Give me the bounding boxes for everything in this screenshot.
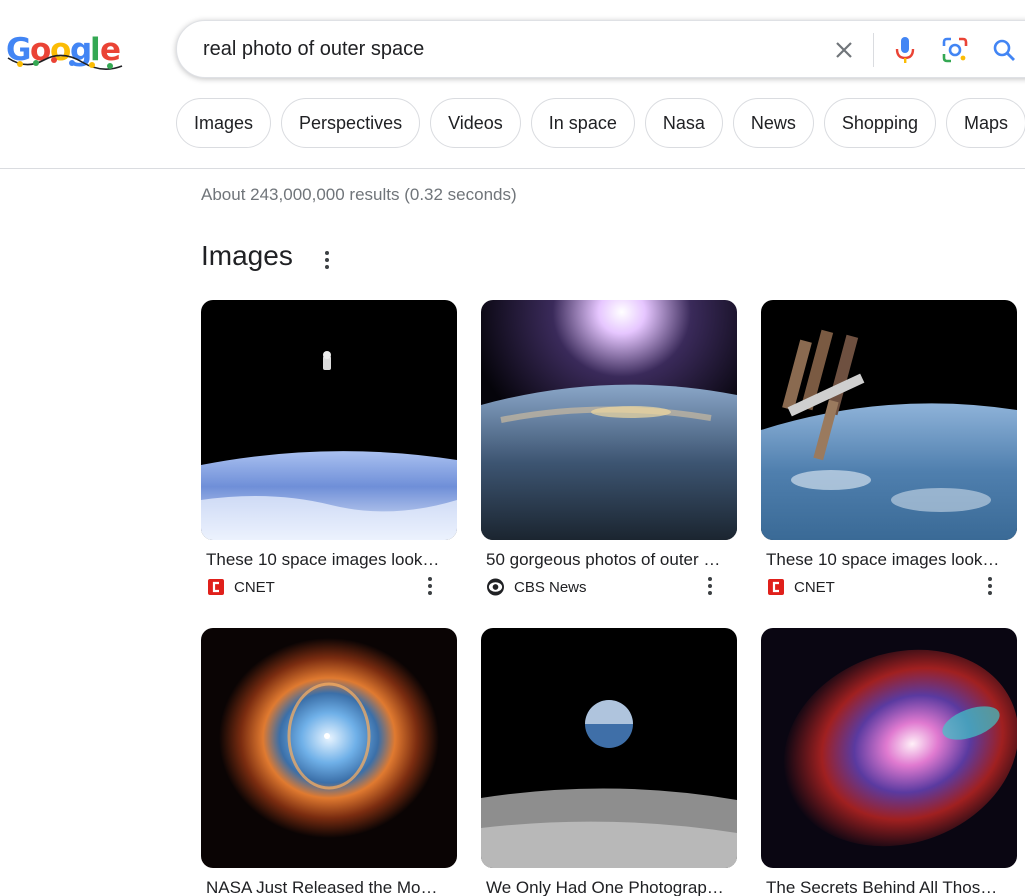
search-input[interactable]: [203, 35, 803, 63]
nebula-image[interactable]: [201, 628, 457, 868]
image-caption[interactable]: 50 gorgeous photos of outer …: [486, 550, 731, 570]
cnet-logo-icon: [207, 579, 224, 596]
image-result-card: The Secrets Behind All Thos…: [761, 628, 1017, 896]
result-stats: About 243,000,000 results (0.32 seconds): [201, 185, 517, 204]
galaxy-image[interactable]: [761, 628, 1017, 868]
image-result-card: These 10 space images look… CNET: [761, 300, 1017, 597]
image-result-card: We Only Had One Photograp…: [481, 628, 737, 896]
svg-text:e: e: [100, 32, 121, 68]
earthrise-image[interactable]: [481, 628, 737, 868]
chip-nasa[interactable]: Nasa: [644, 98, 723, 148]
source-name: CNET: [234, 578, 275, 596]
image-source[interactable]: CNET: [767, 577, 1017, 597]
image-source[interactable]: CNET: [207, 577, 457, 597]
cbs-eye-logo-icon: [487, 578, 504, 596]
search-divider: [873, 33, 874, 67]
search-icon[interactable]: [989, 35, 1019, 65]
image-result-card: These 10 space images look… CNET: [201, 300, 457, 597]
more-options-icon[interactable]: [983, 575, 997, 597]
source-name: CNET: [794, 578, 835, 596]
header-divider: [0, 168, 1025, 169]
search-box: [176, 20, 1025, 78]
image-caption[interactable]: The Secrets Behind All Thos…: [766, 878, 1011, 896]
image-caption[interactable]: These 10 space images look…: [766, 550, 1011, 570]
chip-videos[interactable]: Videos: [430, 98, 521, 148]
image-result-card: 50 gorgeous photos of outer … CBS News: [481, 300, 737, 597]
image-result-card: NASA Just Released the Mo…: [201, 628, 457, 896]
chip-maps[interactable]: Maps: [945, 98, 1025, 148]
chip-shopping[interactable]: Shopping: [823, 98, 936, 148]
image-caption[interactable]: NASA Just Released the Mo…: [206, 878, 451, 896]
more-options-icon[interactable]: [703, 575, 717, 597]
google-logo[interactable]: G o o g l e: [6, 30, 124, 74]
filter-chips: Images Perspectives Videos In space Nasa…: [176, 98, 1025, 148]
image-caption[interactable]: These 10 space images look…: [206, 550, 451, 570]
more-options-icon[interactable]: [423, 575, 437, 597]
chip-in-space[interactable]: In space: [530, 98, 635, 148]
space-station-image[interactable]: [761, 300, 1017, 540]
chip-images[interactable]: Images: [176, 98, 272, 148]
earth-sunrise-image[interactable]: [481, 300, 737, 540]
lens-icon[interactable]: [940, 35, 970, 65]
microphone-icon[interactable]: [890, 35, 920, 65]
chip-news[interactable]: News: [732, 98, 814, 148]
source-name: CBS News: [514, 578, 587, 596]
cnet-logo-icon: [767, 579, 784, 596]
images-section-title: Images: [201, 240, 293, 271]
image-source[interactable]: CBS News: [487, 577, 737, 597]
astronaut-earth-image[interactable]: [201, 300, 457, 540]
clear-icon[interactable]: [829, 35, 859, 65]
more-options-icon[interactable]: [318, 248, 336, 272]
image-caption[interactable]: We Only Had One Photograp…: [486, 878, 731, 896]
chip-perspectives[interactable]: Perspectives: [281, 98, 421, 148]
